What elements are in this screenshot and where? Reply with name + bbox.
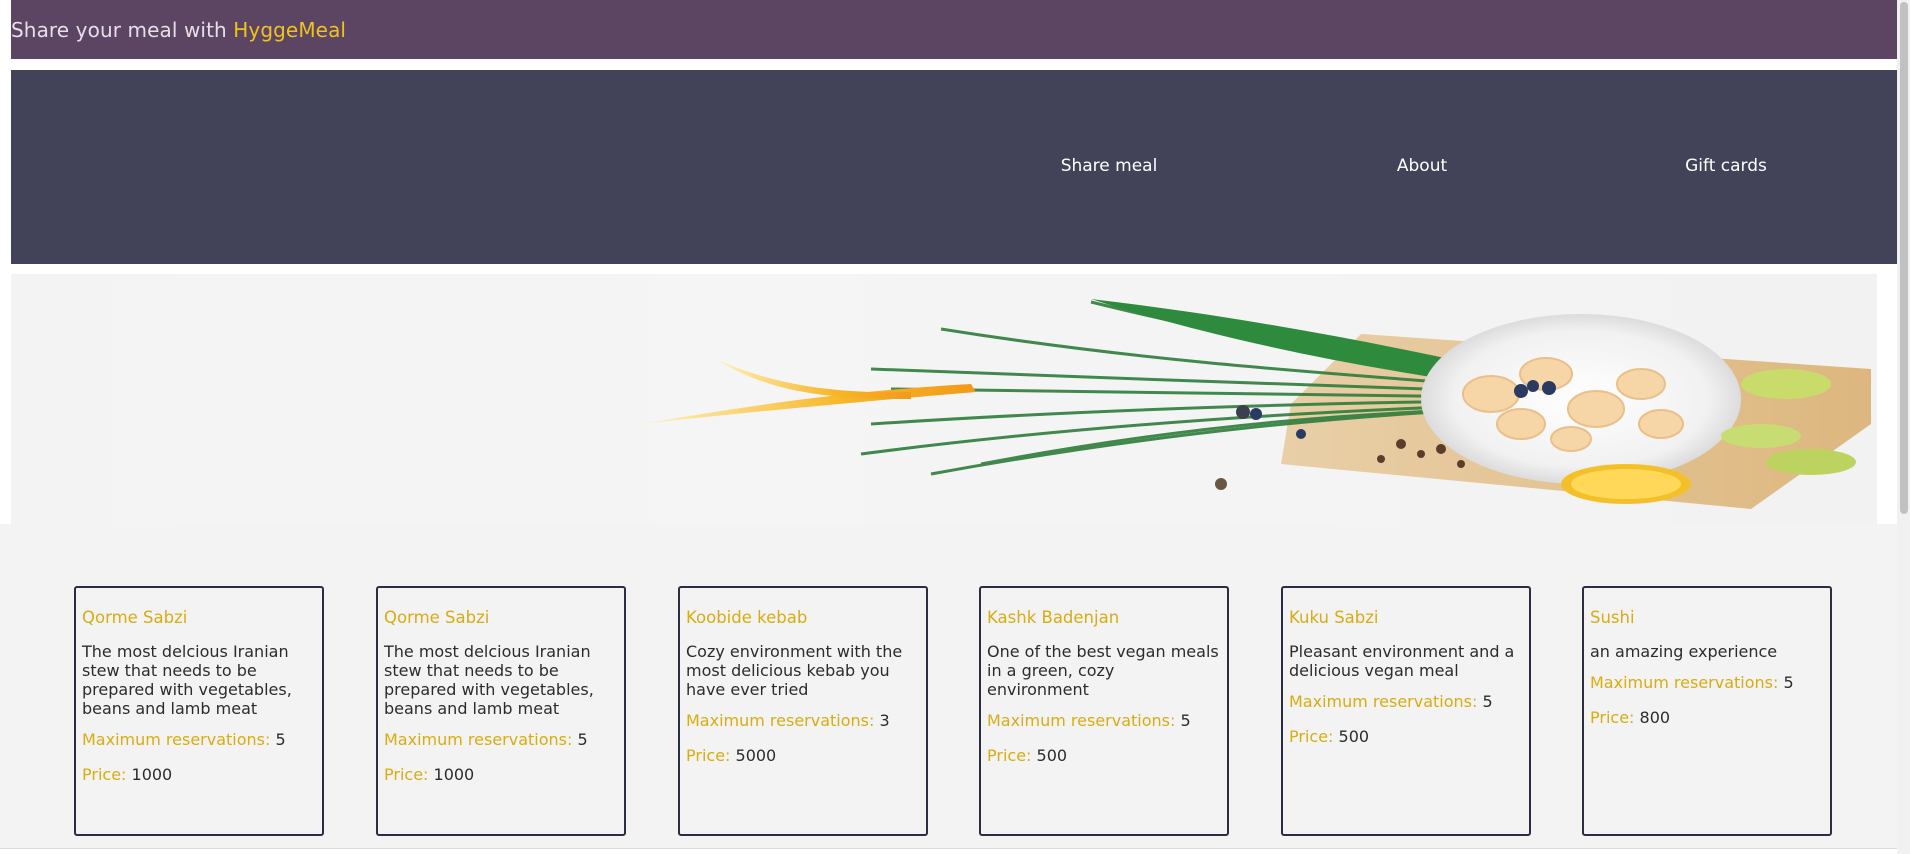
- meal-description: The most delcious Iranian stew that need…: [384, 642, 594, 718]
- page: Share your meal with HyggeMeal Share mea…: [0, 0, 1910, 854]
- meal-title[interactable]: Koobide kebab: [686, 608, 920, 628]
- max-reservations-value: 5: [1783, 673, 1794, 692]
- banner-prefix: Share your meal with: [11, 17, 234, 42]
- price: Price: 1000: [82, 765, 316, 785]
- hero-image: [11, 274, 1877, 524]
- price: Price: 500: [1289, 727, 1523, 747]
- meal-card[interactable]: Kuku Sabzi Pleasant environment and a de…: [1281, 586, 1531, 836]
- price: Price: 1000: [384, 765, 618, 785]
- meal-card[interactable]: Sushi an amazing experience Maximum rese…: [1582, 586, 1832, 836]
- max-reservations: Maximum reservations: 5: [384, 730, 618, 750]
- max-reservations: Maximum reservations: 5: [1289, 692, 1523, 712]
- meal-card[interactable]: Kashk Badenjan One of the best vegan mea…: [979, 586, 1229, 836]
- meal-title[interactable]: Sushi: [1590, 608, 1824, 628]
- banner-text: Share your meal with HyggeMeal: [11, 18, 346, 42]
- price-value: 1000: [433, 765, 475, 784]
- meal-card[interactable]: Koobide kebab Cozy environment with the …: [678, 586, 928, 836]
- meal-description: The most delcious Iranian stew that need…: [82, 642, 292, 718]
- price: Price: 500: [987, 746, 1221, 766]
- price-value: 5000: [735, 746, 777, 765]
- price-label: Price:: [987, 746, 1032, 765]
- meal-description: Pleasant environment and a delicious veg…: [1289, 642, 1515, 680]
- brand-name: HyggeMeal: [233, 17, 347, 42]
- price: Price: 800: [1590, 708, 1824, 728]
- price-value: 1000: [131, 765, 173, 784]
- max-reservations: Maximum reservations: 5: [1590, 673, 1824, 693]
- price-label: Price:: [1289, 727, 1334, 746]
- max-reservations-value: 5: [577, 730, 588, 749]
- meal-description: an amazing experience: [1590, 642, 1778, 661]
- price: Price: 5000: [686, 746, 920, 766]
- max-reservations-value: 5: [275, 730, 286, 749]
- nav-item-gift-cards[interactable]: Gift cards: [1685, 156, 1767, 176]
- price-value: 500: [1036, 746, 1068, 765]
- scrollbar-thumb[interactable]: [1900, 2, 1908, 514]
- meal-card[interactable]: Qorme Sabzi The most delcious Iranian st…: [74, 586, 324, 836]
- hero-food-illustration: [641, 299, 1871, 509]
- nav-item-about[interactable]: About: [1397, 156, 1447, 176]
- price-label: Price:: [82, 765, 127, 784]
- meal-title[interactable]: Qorme Sabzi: [82, 608, 316, 628]
- meal-card[interactable]: Qorme Sabzi The most delcious Iranian st…: [376, 586, 626, 836]
- max-reservations-value: 5: [1482, 692, 1493, 711]
- vertical-scrollbar[interactable]: [1897, 0, 1910, 854]
- page-bottom-edge: [0, 848, 1897, 854]
- max-reservations-label: Maximum reservations:: [1289, 692, 1478, 711]
- meal-description: One of the best vegan meals in a green, …: [987, 642, 1219, 699]
- max-reservations: Maximum reservations: 3: [686, 711, 920, 731]
- nav-item-share-meal[interactable]: Share meal: [1061, 156, 1158, 176]
- max-reservations-value: 5: [1180, 711, 1191, 730]
- max-reservations-value: 3: [879, 711, 890, 730]
- max-reservations-label: Maximum reservations:: [1590, 673, 1779, 692]
- max-reservations: Maximum reservations: 5: [82, 730, 316, 750]
- price-value: 800: [1639, 708, 1671, 727]
- max-reservations-label: Maximum reservations:: [987, 711, 1176, 730]
- max-reservations: Maximum reservations: 5: [987, 711, 1221, 731]
- meal-title[interactable]: Qorme Sabzi: [384, 608, 618, 628]
- price-label: Price:: [686, 746, 731, 765]
- meal-title[interactable]: Kashk Badenjan: [987, 608, 1221, 628]
- top-banner: Share your meal with HyggeMeal: [11, 0, 1897, 59]
- main-navigation: Share meal About Gift cards: [11, 70, 1897, 264]
- max-reservations-label: Maximum reservations:: [686, 711, 875, 730]
- price-label: Price:: [1590, 708, 1635, 727]
- meal-description: Cozy environment with the most delicious…: [686, 642, 903, 699]
- max-reservations-label: Maximum reservations:: [384, 730, 573, 749]
- price-value: 500: [1338, 727, 1370, 746]
- max-reservations-label: Maximum reservations:: [82, 730, 271, 749]
- meal-title[interactable]: Kuku Sabzi: [1289, 608, 1523, 628]
- price-label: Price:: [384, 765, 429, 784]
